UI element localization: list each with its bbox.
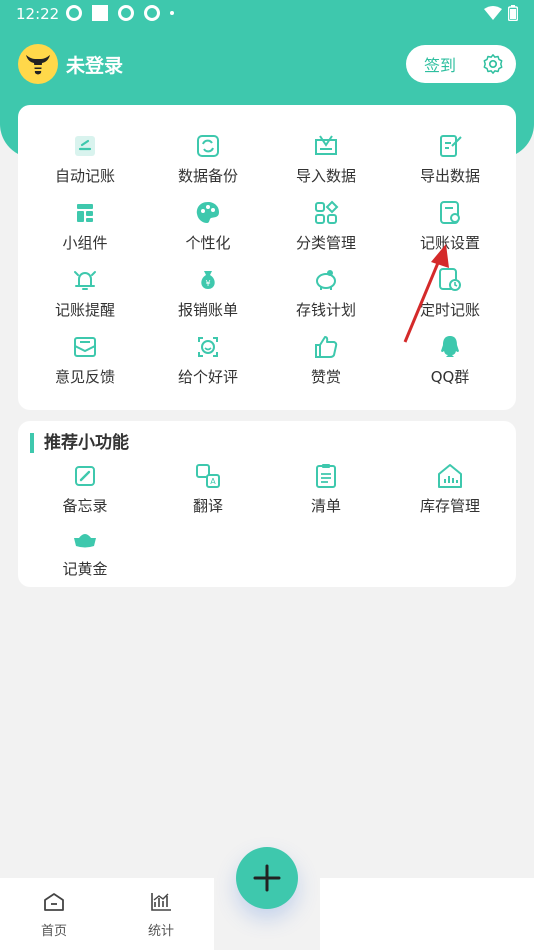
- feature-item-0[interactable]: 自动记账: [23, 132, 147, 192]
- warehouse-icon: [436, 462, 464, 490]
- add-record-button[interactable]: [236, 847, 298, 909]
- feature-item-1[interactable]: 数据备份: [146, 132, 270, 192]
- gold-icon: [71, 525, 99, 553]
- feature-item-label: 自动记账: [54, 167, 115, 185]
- feature-item-label: 数据备份: [177, 167, 238, 185]
- feature-item-2[interactable]: 导入数据: [264, 132, 388, 192]
- palette-icon: [194, 199, 222, 227]
- feature-item-label: 赞赏: [310, 368, 341, 386]
- square-notification-icon: [92, 5, 108, 21]
- translate-icon: A: [194, 462, 222, 490]
- recommend-item-label: 备忘录: [62, 497, 108, 515]
- feature-item-label: 报销账单: [177, 301, 238, 319]
- feature-item-label: 记账设置: [419, 234, 480, 252]
- svg-text:¥: ¥: [205, 279, 210, 288]
- avatar[interactable]: [18, 44, 58, 84]
- recommend-item-2[interactable]: 清单: [264, 462, 388, 522]
- settings-doc-icon: [436, 199, 464, 227]
- nav-stats-label: 统计: [147, 924, 174, 939]
- feature-item-12[interactable]: 意见反馈: [23, 333, 147, 393]
- nav-home[interactable]: 首页: [24, 892, 84, 939]
- feature-item-7[interactable]: 记账设置: [388, 199, 512, 259]
- nav-home-label: 首页: [40, 924, 67, 939]
- qq-icon: [436, 333, 464, 361]
- feature-item-label: 小组件: [62, 234, 108, 252]
- feature-item-label: 存钱计划: [295, 301, 356, 319]
- recommend-item-3[interactable]: 库存管理: [388, 462, 512, 522]
- status-bar: 12:22: [0, 0, 534, 28]
- feature-item-label: QQ群: [430, 368, 470, 386]
- recommend-item-label: 清单: [310, 497, 341, 515]
- recommend-item-4[interactable]: 记黄金: [23, 525, 147, 585]
- feature-item-label: 定时记账: [419, 301, 480, 319]
- user-profile[interactable]: 未登录: [18, 44, 123, 84]
- app-notification-icon: [118, 5, 134, 21]
- recommend-item-label: 翻译: [192, 497, 223, 515]
- feature-item-9[interactable]: ¥ 报销账单: [146, 266, 270, 326]
- backup-icon: [194, 132, 222, 160]
- chart-icon: [151, 893, 171, 911]
- memo-icon: [71, 462, 99, 490]
- piggy-bank-icon: [312, 266, 340, 294]
- feature-item-3[interactable]: 导出数据: [388, 132, 512, 192]
- feature-item-10[interactable]: 存钱计划: [264, 266, 388, 326]
- nav-left-panel: 首页 统计: [0, 878, 214, 950]
- header-actions: 签到: [406, 45, 516, 83]
- feature-item-8[interactable]: 记账提醒: [23, 266, 147, 326]
- recommend-title: 推荐小功能: [30, 433, 129, 453]
- plus-icon: [253, 864, 281, 892]
- feature-item-5[interactable]: 个性化: [146, 199, 270, 259]
- feature-item-15[interactable]: QQ群: [388, 333, 512, 393]
- feature-item-13[interactable]: 给个好评: [146, 333, 270, 393]
- status-time: 12:22: [16, 5, 60, 23]
- category-icon: [312, 199, 340, 227]
- recommend-item-label: 库存管理: [419, 497, 480, 515]
- feature-item-11[interactable]: 定时记账: [388, 266, 512, 326]
- nav-right-panel: [320, 878, 534, 950]
- thumbs-up-icon: [312, 333, 340, 361]
- auto-bookkeeping-icon: [71, 132, 99, 160]
- bell-icon: [71, 266, 99, 294]
- more-notifications-icon: [170, 11, 174, 15]
- feature-item-label: 记账提醒: [54, 301, 115, 319]
- battery-icon: [508, 5, 518, 21]
- money-bag-icon: ¥: [194, 266, 222, 294]
- feature-item-4[interactable]: 小组件: [23, 199, 147, 259]
- username[interactable]: 未登录: [66, 51, 123, 78]
- export-icon: [436, 132, 464, 160]
- feature-item-label: 分类管理: [295, 234, 356, 252]
- nav-stats[interactable]: 统计: [131, 892, 191, 939]
- recommend-card: 推荐小功能 备忘录 A 翻译 清单 库存管理记黄金: [18, 421, 516, 587]
- app-notification-icon: [144, 5, 160, 21]
- checklist-icon: [312, 462, 340, 490]
- feature-item-label: 个性化: [185, 234, 231, 252]
- widget-icon: [71, 199, 99, 227]
- import-icon: [312, 132, 340, 160]
- clock-doc-icon: [436, 266, 464, 294]
- app-notification-icon: [66, 5, 82, 21]
- recommend-item-1[interactable]: A 翻译: [146, 462, 270, 522]
- feature-item-label: 导入数据: [295, 167, 356, 185]
- features-card: 自动记账 数据备份 导入数据 导出数据小组件 个性化 分类管理 记账设置记账提醒 ¥ 报销账单 存…: [18, 105, 516, 410]
- svg-text:A: A: [210, 477, 216, 486]
- wifi-icon: [484, 6, 502, 20]
- feature-item-6[interactable]: 分类管理: [264, 199, 388, 259]
- feature-item-label: 导出数据: [419, 167, 480, 185]
- feedback-icon: [71, 333, 99, 361]
- home-icon: [44, 893, 64, 911]
- gear-icon[interactable]: [482, 53, 504, 75]
- recommend-item-label: 记黄金: [62, 560, 108, 578]
- feature-item-label: 给个好评: [177, 368, 238, 386]
- feature-item-14[interactable]: 赞赏: [264, 333, 388, 393]
- feature-item-label: 意见反馈: [54, 368, 115, 386]
- bull-logo-icon: [26, 55, 50, 75]
- signin-button[interactable]: 签到: [424, 52, 456, 76]
- recommend-item-0[interactable]: 备忘录: [23, 462, 147, 522]
- rate-icon: [194, 333, 222, 361]
- notification-icons: [66, 5, 174, 21]
